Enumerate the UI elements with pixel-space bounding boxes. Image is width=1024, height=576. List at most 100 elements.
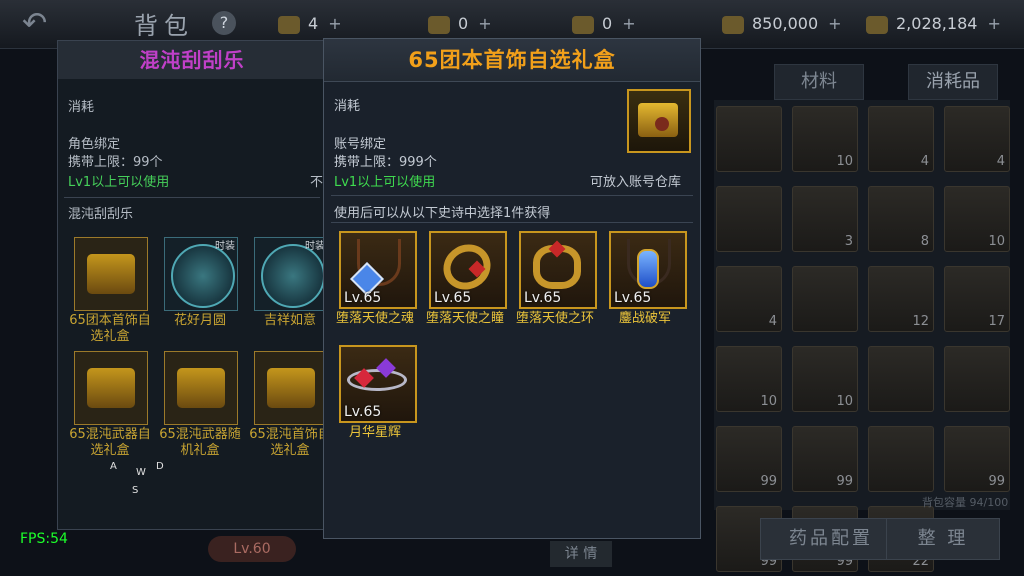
reward-name: 堕落天使之环 bbox=[515, 311, 594, 326]
inventory-slot[interactable] bbox=[868, 426, 934, 492]
reward-name: 堕落天使之魂 bbox=[335, 311, 414, 326]
item-usable-tail: 不 bbox=[310, 175, 324, 190]
gold-coin-icon bbox=[722, 15, 744, 34]
item-storage-note: 可放入账号仓库 bbox=[590, 175, 682, 190]
slot-count: 10 bbox=[836, 154, 853, 169]
inventory-slot[interactable]: 99 bbox=[944, 426, 1010, 492]
gem-shard-icon bbox=[278, 15, 300, 34]
slot-count: 10 bbox=[760, 394, 777, 409]
inventory-slot[interactable]: 4 bbox=[716, 266, 782, 332]
help-icon[interactable]: ? bbox=[212, 11, 236, 35]
slot-count: 4 bbox=[920, 154, 929, 169]
gift-chest-icon bbox=[627, 89, 691, 153]
sort-button[interactable]: 整 理 bbox=[886, 518, 1000, 560]
inventory-slot[interactable] bbox=[716, 106, 782, 172]
gift-chest-icon bbox=[177, 368, 225, 408]
slot-count: 3 bbox=[844, 234, 853, 249]
fashion-tag: 时装 bbox=[215, 241, 235, 252]
inventory-slot[interactable]: 4 bbox=[868, 106, 934, 172]
inventory-slot[interactable]: 10 bbox=[716, 346, 782, 412]
divider bbox=[64, 197, 320, 198]
item-bind: 角色绑定 bbox=[68, 137, 121, 152]
reward-name: 65混沌武器自选礼盒 bbox=[69, 427, 151, 458]
reward-ring[interactable]: Lv.65 bbox=[519, 231, 597, 309]
resource-gem-shard: 4 + bbox=[278, 14, 342, 34]
fashion-tag: 时装 bbox=[305, 241, 325, 252]
inventory-slot[interactable]: 10 bbox=[792, 346, 858, 412]
reward-name: 花好月圆 bbox=[173, 313, 226, 328]
slot-count: 10 bbox=[836, 394, 853, 409]
reward-name: 堕落天使之瞳 bbox=[425, 311, 504, 326]
lucky-disc-icon bbox=[261, 244, 325, 308]
reward-slot-chest[interactable] bbox=[254, 351, 328, 425]
divider bbox=[331, 222, 693, 223]
reward-slot-disc[interactable]: 时装 bbox=[164, 237, 238, 311]
potion-config-button[interactable]: 药品配置 bbox=[760, 518, 902, 560]
chaos-scratch-tooltip: 混沌刮刮乐 消耗 角色绑定 携带上限：99个 Lv1以上可以使用 不 混沌刮刮乐… bbox=[57, 40, 331, 530]
divider bbox=[331, 195, 693, 196]
key-a: A bbox=[110, 461, 117, 472]
gift-chest-icon bbox=[87, 368, 135, 408]
section-title: 混沌刮刮乐 bbox=[68, 207, 134, 222]
detail-button[interactable]: 详 情 bbox=[550, 541, 612, 567]
reward-necklace[interactable]: Lv.65 bbox=[339, 231, 417, 309]
inventory-slot[interactable]: 17 bbox=[944, 266, 1010, 332]
tab-materials[interactable]: 材料 bbox=[774, 64, 864, 100]
reward-slot-chest[interactable] bbox=[74, 351, 148, 425]
tooltip-title: 混沌刮刮乐 bbox=[58, 41, 326, 79]
add-ticket-button[interactable]: + bbox=[478, 14, 491, 33]
inventory-slot[interactable]: 8 bbox=[868, 186, 934, 252]
reward-pendant[interactable]: Lv.65 bbox=[609, 231, 687, 309]
reward-bracelet[interactable]: Lv.65 bbox=[429, 231, 507, 309]
gem-icon bbox=[637, 249, 659, 289]
item-description: 使用后可以从以下史诗中选择1件获得 bbox=[334, 206, 551, 221]
resource-ticket: 0 + bbox=[428, 14, 492, 34]
add-gold-button[interactable]: + bbox=[828, 14, 841, 33]
reward-name: 月华星辉 bbox=[348, 425, 401, 440]
inventory-slot[interactable] bbox=[716, 186, 782, 252]
reward-bangle[interactable]: Lv.65 bbox=[339, 345, 417, 423]
resource-gold: 850,000 + bbox=[722, 14, 842, 34]
inventory-capacity: 背包容量 94/100 bbox=[922, 496, 1009, 509]
inventory-slot[interactable]: 10 bbox=[792, 106, 858, 172]
page-title: 背包 bbox=[134, 12, 194, 40]
item-type: 消耗 bbox=[68, 100, 95, 115]
key-d: D bbox=[156, 461, 164, 472]
back-arrow-icon[interactable]: ↶ bbox=[22, 6, 47, 41]
inventory-slot[interactable]: 3 bbox=[792, 186, 858, 252]
inventory-slot[interactable]: 10 bbox=[944, 186, 1010, 252]
reward-slot-chest[interactable] bbox=[164, 351, 238, 425]
gift-chest-icon bbox=[87, 254, 135, 294]
inventory-slot[interactable]: 12 bbox=[868, 266, 934, 332]
tab-consumables[interactable]: 消耗品 bbox=[908, 64, 998, 100]
item-carry-limit: 携带上限：99个 bbox=[68, 155, 163, 170]
bracelet-icon bbox=[435, 235, 499, 299]
moon-disc-icon bbox=[171, 244, 235, 308]
inventory-slot[interactable] bbox=[944, 346, 1010, 412]
slot-count: 99 bbox=[988, 474, 1005, 489]
reward-slot-disc[interactable]: 时装 bbox=[254, 237, 328, 311]
reward-name: 鏖战破军 bbox=[618, 311, 671, 326]
reward-slot-chest[interactable] bbox=[74, 237, 148, 311]
inventory-slot[interactable] bbox=[868, 346, 934, 412]
add-bound-gold-button[interactable]: + bbox=[987, 14, 1000, 33]
level-badge: Lv.60 bbox=[208, 536, 296, 562]
tooltip-title: 65团本首饰自选礼盒 bbox=[324, 39, 700, 82]
inventory-slot[interactable]: 4 bbox=[944, 106, 1010, 172]
item-usable-level: Lv1以上可以使用 bbox=[334, 175, 436, 190]
crystal-icon bbox=[572, 15, 594, 34]
ticket-icon bbox=[428, 15, 450, 34]
item-bind: 账号绑定 bbox=[334, 137, 387, 152]
inventory-slot[interactable]: 99 bbox=[716, 426, 782, 492]
item-carry-limit: 携带上限：999个 bbox=[334, 155, 437, 170]
key-s: S bbox=[132, 485, 139, 496]
inventory-slot[interactable]: 99 bbox=[792, 426, 858, 492]
slot-count: 17 bbox=[988, 314, 1005, 329]
slot-count: 8 bbox=[920, 234, 929, 249]
add-crystal-button[interactable]: + bbox=[622, 14, 635, 33]
item-usable-level: Lv1以上可以使用 bbox=[68, 175, 170, 190]
resource-crystal: 0 + bbox=[572, 14, 636, 34]
slot-count: 99 bbox=[760, 474, 777, 489]
inventory-slot[interactable] bbox=[792, 266, 858, 332]
add-gem-shard-button[interactable]: + bbox=[328, 14, 341, 33]
